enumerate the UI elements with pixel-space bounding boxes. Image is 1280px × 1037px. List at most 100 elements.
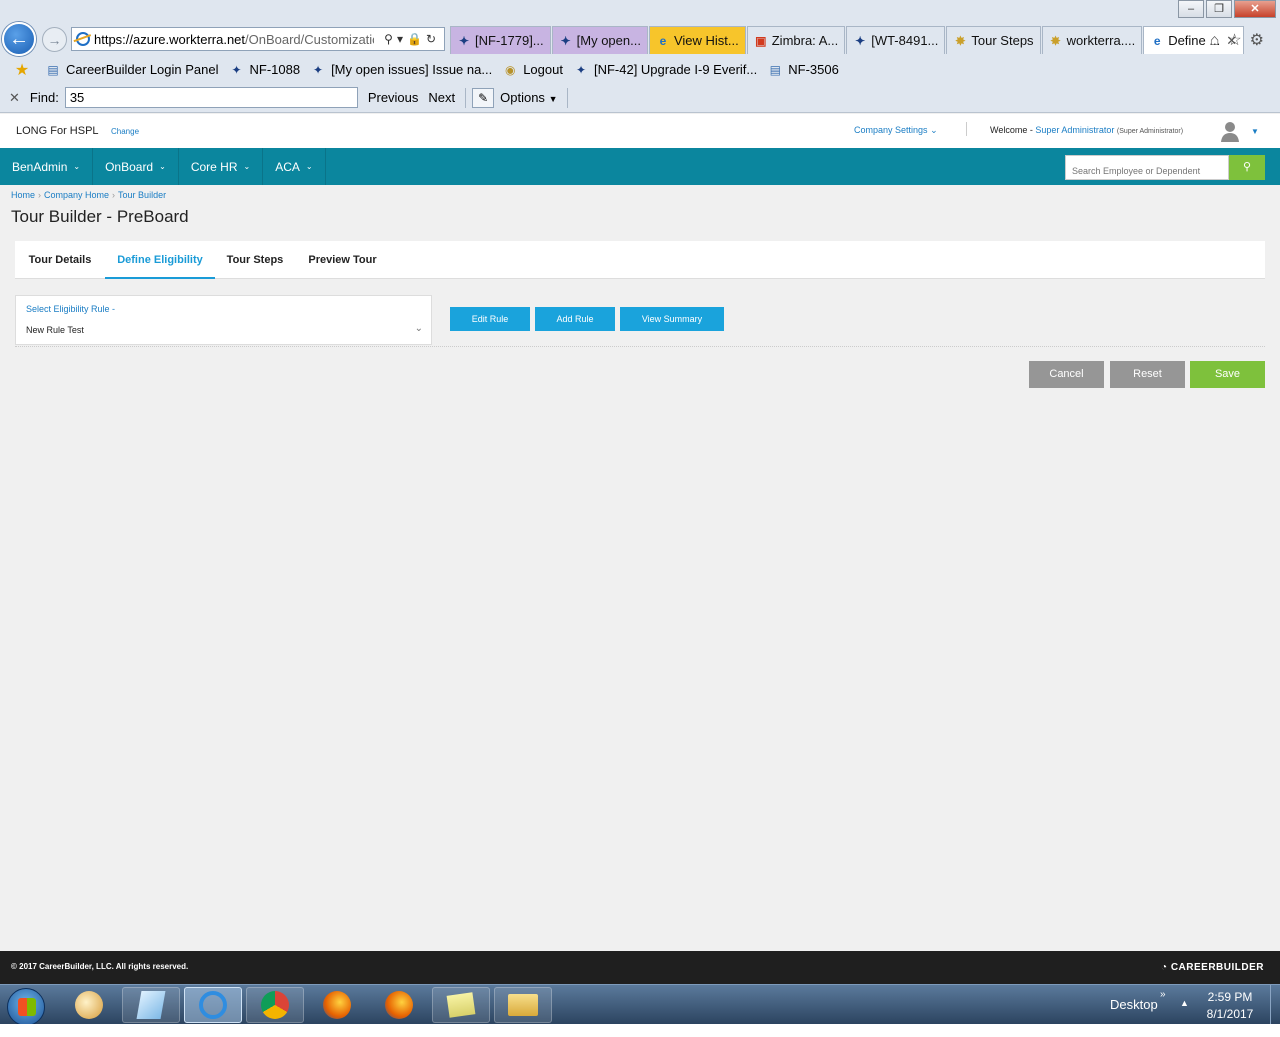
browser-tab[interactable]: ✸ workterra....	[1041, 26, 1143, 54]
user-menu-caret-icon[interactable]: ▼	[1251, 127, 1259, 136]
caret-down-icon: ▼	[548, 94, 558, 104]
ie-icon: e	[1153, 33, 1161, 48]
reset-button[interactable]: Reset	[1110, 361, 1185, 388]
home-icon[interactable]: ⌂	[1210, 32, 1228, 49]
address-bar[interactable]: https://azure.workterra.net/OnBoard/Cust…	[71, 27, 445, 51]
highlight-icon[interactable]: ✎	[472, 87, 495, 108]
start-button[interactable]	[7, 988, 45, 1026]
search-icon[interactable]: ⚲	[384, 32, 397, 46]
find-bar: ✕ Find: Previous Next ✎ Options ▼	[0, 84, 1280, 111]
favorite-link[interactable]: ✦ [NF-42] Upgrade I-9 Everif...	[573, 62, 757, 78]
favorite-link[interactable]: ▤ CareerBuilder Login Panel	[45, 62, 218, 78]
ie-icon: e	[659, 33, 667, 48]
forward-button[interactable]: →	[42, 27, 67, 52]
nav-item-core-hr[interactable]: Core HR ⌄	[179, 148, 264, 185]
browser-tab[interactable]: ✦ [WT-8491...	[846, 26, 946, 54]
view-summary-button[interactable]: View Summary	[620, 307, 724, 331]
page-footer: © 2017 CareerBuilder, LLC. All rights re…	[0, 951, 1280, 984]
chevron-down-icon[interactable]: ⌄	[415, 323, 423, 334]
employee-search-input[interactable]	[1065, 155, 1229, 180]
welcome-text: Welcome - Super Administrator (Super Adm…	[990, 125, 1184, 135]
show-desktop-button[interactable]	[1270, 985, 1280, 1025]
breadcrumb-link[interactable]: Tour Builder	[118, 190, 166, 200]
tab-preview-tour[interactable]: Preview Tour	[295, 241, 390, 279]
add-rule-button[interactable]: Add Rule	[535, 307, 615, 331]
lock-icon[interactable]: 🔒	[407, 32, 426, 46]
ie-icon	[76, 32, 90, 46]
browser-tab[interactable]: ✦ [NF-1779]...	[450, 26, 551, 54]
paint-app-icon[interactable]	[60, 987, 118, 1023]
cancel-button[interactable]: Cancel	[1029, 361, 1104, 388]
eligibility-rule-select[interactable]: Select Eligibility Rule - New Rule Test …	[15, 295, 432, 345]
find-next-button[interactable]: Next	[428, 90, 455, 105]
favorite-link[interactable]: ▤ NF-3506	[767, 62, 839, 78]
copyright-text: © 2017 CareerBuilder, LLC. All rights re…	[11, 962, 189, 971]
refresh-icon[interactable]: ↻	[426, 32, 440, 46]
eligibility-rule-value[interactable]: New Rule Test	[26, 325, 84, 335]
tab-tour-details[interactable]: Tour Details	[15, 241, 105, 279]
chevron-down-icon: ⌄	[930, 125, 938, 135]
zimbra-icon: ▣	[755, 33, 767, 48]
change-company-link[interactable]: Change	[111, 127, 139, 136]
search-button[interactable]: ⚲	[1229, 155, 1265, 180]
user-avatar-icon[interactable]	[1220, 120, 1240, 142]
favorites-star[interactable]: ★	[14, 62, 35, 79]
save-button[interactable]: Save	[1190, 361, 1265, 388]
star-icon[interactable]: ☆	[1227, 32, 1249, 49]
find-previous-button[interactable]: Previous	[368, 90, 419, 105]
favorite-link[interactable]: ✦ [My open issues] Issue na...	[310, 62, 492, 78]
tab-define-eligibility[interactable]: Define Eligibility	[105, 241, 215, 279]
close-find-icon[interactable]: ✕	[9, 90, 20, 106]
favorite-link[interactable]: ◉ Logout	[502, 62, 563, 78]
nav-item-benadmin[interactable]: BenAdmin ⌄	[0, 148, 94, 185]
browser-tab[interactable]: ✸ Tour Steps	[946, 26, 1041, 54]
chevron-down-icon: ⌄	[159, 162, 166, 171]
firefox-app-icon[interactable]	[308, 987, 366, 1023]
company-settings-menu[interactable]: Company Settings ⌄	[854, 125, 938, 136]
system-clock[interactable]: 2:59 PM 8/1/2017	[1200, 989, 1260, 1023]
jira-icon: ✦	[855, 33, 866, 48]
firefox-app-icon-2[interactable]	[370, 987, 428, 1023]
browser-tab[interactable]: e View Hist...	[648, 26, 746, 54]
find-options-button[interactable]: Options ▼	[500, 90, 557, 105]
browser-tab[interactable]: ✦ [My open...	[551, 26, 648, 54]
browser-tab-label: [WT-8491...	[871, 33, 939, 48]
chrome-app-icon[interactable]	[246, 987, 304, 1023]
sticky-notes-app-icon[interactable]	[432, 987, 490, 1023]
browser-tab-label: workterra....	[1066, 33, 1136, 48]
browser-tab[interactable]: ▣ Zimbra: A...	[746, 26, 846, 54]
edit-rule-button[interactable]: Edit Rule	[450, 307, 530, 331]
breadcrumb-link[interactable]: Company Home	[44, 190, 109, 200]
address-text[interactable]: https://azure.workterra.net/OnBoard/Cust…	[94, 32, 374, 47]
nav-item-onboard[interactable]: OnBoard ⌄	[93, 148, 179, 185]
nav-item-aca[interactable]: ACA ⌄	[263, 148, 326, 185]
dropdown-icon[interactable]: ▾	[397, 32, 407, 46]
jira-icon: ✦	[313, 62, 324, 77]
find-input[interactable]	[64, 87, 358, 108]
internet-explorer-app-icon[interactable]	[184, 987, 242, 1023]
snipping-app-icon[interactable]	[122, 987, 180, 1023]
minimize-button[interactable]: –	[1178, 0, 1204, 18]
file-explorer-app-icon[interactable]	[494, 987, 552, 1023]
chevron-down-icon: ⌄	[243, 162, 251, 171]
toolbar-expand-icon[interactable]: »	[1160, 989, 1166, 1000]
favorite-link[interactable]: ✦ NF-1088	[228, 62, 300, 78]
jira-icon: ✦	[231, 62, 242, 77]
desktop-toolbar-label[interactable]: Desktop	[1110, 997, 1158, 1012]
eligibility-rule-label: Select Eligibility Rule -	[26, 304, 116, 314]
breadcrumb-link[interactable]: Home	[11, 190, 35, 200]
header-divider	[966, 122, 967, 136]
user-name[interactable]: Super Administrator	[1035, 125, 1114, 135]
close-window-button[interactable]: ✕	[1234, 0, 1276, 18]
tray-expand-icon[interactable]: ▲	[1180, 998, 1189, 1008]
restore-button[interactable]: ❐	[1206, 0, 1232, 18]
browser-tab-label: Zimbra: A...	[771, 33, 839, 48]
favorite-label: Logout	[523, 62, 563, 77]
breadcrumb: Home › Company Home › Tour Builder	[11, 190, 166, 200]
back-button[interactable]: ←	[2, 22, 36, 56]
gear-icon[interactable]: ⚙	[1250, 32, 1272, 49]
chevron-down-icon: ⌄	[305, 162, 313, 171]
breadcrumb-separator: ›	[112, 190, 116, 200]
tab-tour-steps[interactable]: Tour Steps	[215, 241, 295, 279]
page-title: Tour Builder - PreBoard	[11, 207, 189, 226]
